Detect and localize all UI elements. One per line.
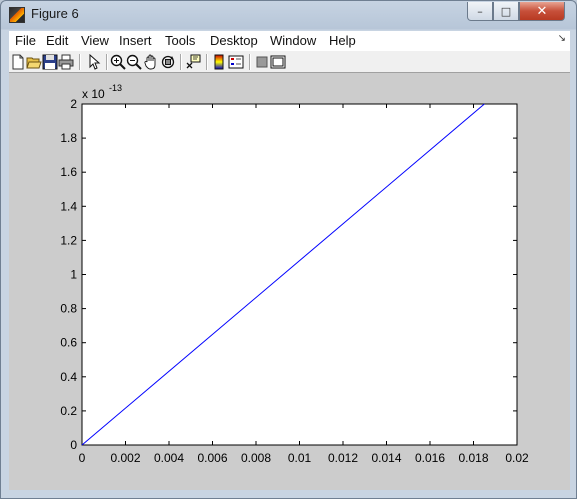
- x-tick-label: 0.006: [197, 451, 227, 465]
- y-tick-label: 1.2: [60, 233, 77, 247]
- y-tick-label: 0.6: [60, 336, 77, 350]
- x-tick-label: 0.016: [415, 451, 445, 465]
- toolbar-separator: [79, 54, 81, 70]
- y-tick-label: 0.8: [60, 302, 77, 316]
- figure-window: Figure 6 – □ ✕ File Edit View Insert Too…: [0, 0, 577, 499]
- figure-toolbar: [9, 51, 570, 73]
- x-tick-label: 0: [79, 451, 86, 465]
- axes-background: [81, 103, 518, 446]
- rotate-3d-icon[interactable]: [160, 54, 176, 70]
- menu-window[interactable]: Window: [270, 33, 316, 48]
- print-icon[interactable]: [58, 54, 74, 70]
- figure-canvas[interactable]: 0 0.002 0.004 0.006 0.008 0.01 0.012 0.014 0.016…: [9, 73, 570, 490]
- edit-plot-arrow-icon[interactable]: [86, 54, 102, 70]
- matlab-icon: [9, 7, 25, 23]
- y-tick-label: 1.6: [60, 165, 77, 179]
- y-tick-label: 0: [70, 438, 77, 452]
- menu-bar: File Edit View Insert Tools Desktop Wind…: [9, 31, 570, 51]
- y-tick-label: 0.2: [60, 404, 77, 418]
- toolbar-separator: [206, 54, 208, 70]
- menu-tools[interactable]: Tools: [165, 33, 195, 48]
- hide-plot-tools-icon[interactable]: [254, 54, 270, 70]
- y-tick-label: 2: [70, 97, 77, 111]
- x-tick-label: 0.014: [371, 451, 401, 465]
- y-tick-label: 1.4: [60, 199, 77, 213]
- x-tick-label: 0.01: [288, 451, 312, 465]
- zoom-in-icon[interactable]: [110, 54, 126, 70]
- menu-view[interactable]: View: [81, 33, 109, 48]
- x-tick-label: 0.004: [154, 451, 184, 465]
- y-multiplier-label: x 10: [82, 87, 105, 101]
- y-tick-label: 1: [70, 268, 77, 282]
- maximize-button[interactable]: □: [493, 2, 519, 21]
- x-tick-label: 0.012: [328, 451, 358, 465]
- title-bar[interactable]: Figure 6 – □ ✕: [1, 1, 576, 29]
- open-file-icon[interactable]: [26, 54, 42, 70]
- pan-hand-icon[interactable]: [143, 54, 159, 70]
- y-tick-label: 0.4: [60, 370, 77, 384]
- dock-arrow-icon[interactable]: ↘: [558, 33, 566, 44]
- close-button[interactable]: ✕: [519, 2, 565, 21]
- show-plot-tools-icon[interactable]: [270, 54, 286, 70]
- x-tick-label: 0.002: [110, 451, 140, 465]
- insert-colorbar-icon[interactable]: [211, 54, 227, 70]
- toolbar-separator: [249, 54, 251, 70]
- plot-axes[interactable]: 0 0.002 0.004 0.006 0.008 0.01 0.012 0.014 0.016…: [9, 73, 570, 490]
- menu-edit[interactable]: Edit: [46, 33, 68, 48]
- y-tick-label: 1.8: [60, 131, 77, 145]
- data-cursor-icon[interactable]: [185, 54, 201, 70]
- x-tick-label: 0.018: [458, 451, 488, 465]
- window-title: Figure 6: [31, 6, 79, 21]
- menu-desktop[interactable]: Desktop: [210, 33, 258, 48]
- toolbar-separator: [106, 54, 108, 70]
- x-tick-label: 0.008: [241, 451, 271, 465]
- menu-help[interactable]: Help: [329, 33, 356, 48]
- menu-file[interactable]: File: [15, 33, 36, 48]
- insert-legend-icon[interactable]: [228, 54, 244, 70]
- zoom-out-icon[interactable]: [126, 54, 142, 70]
- save-icon[interactable]: [42, 54, 58, 70]
- x-tick-label: 0.02: [505, 451, 529, 465]
- menu-insert[interactable]: Insert: [119, 33, 152, 48]
- y-multiplier-exponent: -13: [109, 83, 122, 93]
- toolbar-separator: [180, 54, 182, 70]
- minimize-button[interactable]: –: [467, 2, 493, 21]
- new-figure-icon[interactable]: [10, 54, 26, 70]
